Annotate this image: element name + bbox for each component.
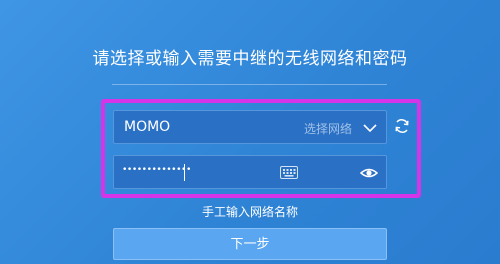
eye-icon[interactable] bbox=[360, 165, 378, 181]
manual-input-link[interactable]: 手工输入网络名称 bbox=[0, 203, 500, 220]
network-name-value: MOMO bbox=[124, 119, 171, 135]
divider bbox=[112, 84, 387, 85]
page-title: 请选择或输入需要中继的无线网络和密码 bbox=[92, 49, 408, 69]
next-button[interactable]: 下一步 bbox=[113, 228, 387, 260]
chevron-down-icon[interactable] bbox=[362, 120, 378, 136]
password-masked-value: •••••••••••••• bbox=[122, 165, 191, 175]
refresh-icon[interactable] bbox=[394, 118, 410, 134]
select-network-hint[interactable]: 选择网络 bbox=[304, 120, 352, 137]
keyboard-icon[interactable] bbox=[280, 166, 298, 179]
network-select[interactable]: MOMO 选择网络 bbox=[113, 110, 387, 144]
password-input[interactable]: •••••••••••••• bbox=[113, 155, 387, 189]
text-caret bbox=[184, 164, 185, 181]
